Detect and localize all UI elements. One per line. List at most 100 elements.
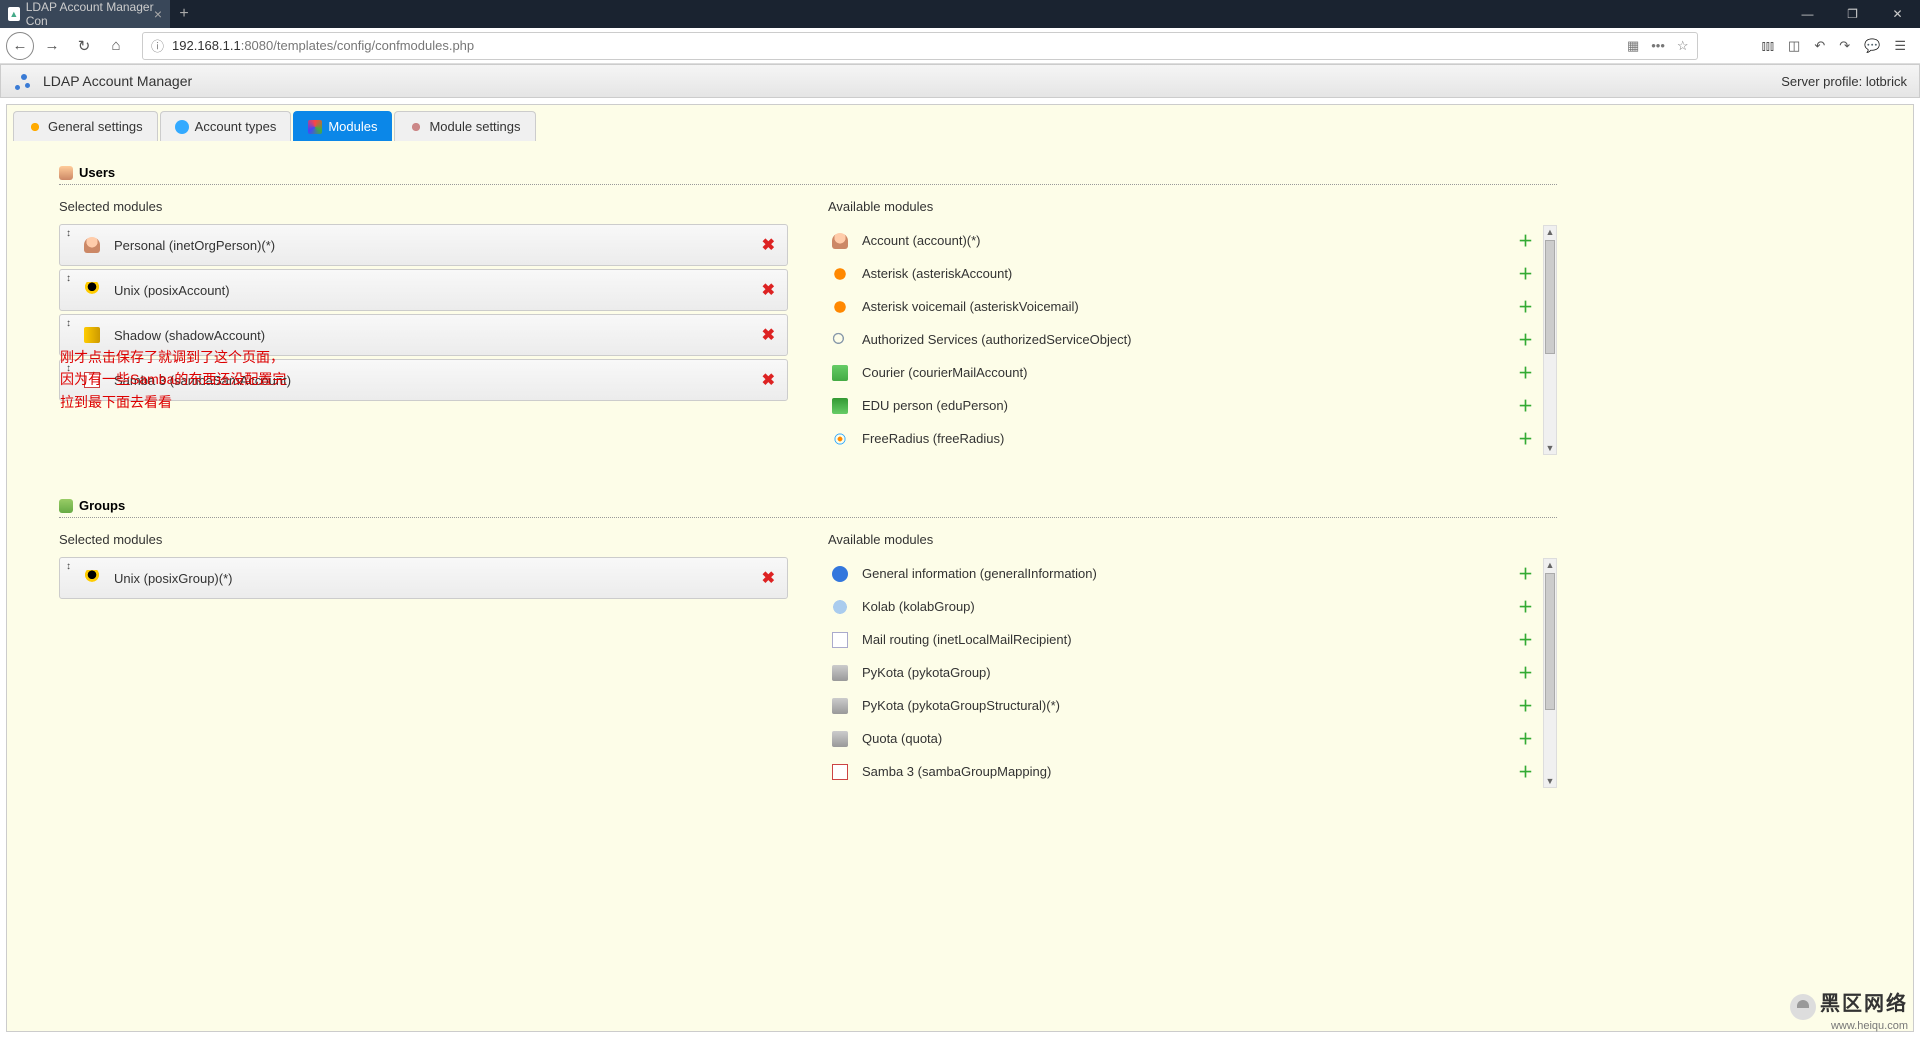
available-module-row: Mail routing (inetLocalMailRecipient)＋: [828, 623, 1537, 656]
add-module-button[interactable]: ＋: [1518, 428, 1533, 449]
module-icon: [832, 233, 848, 249]
module-icon: [832, 698, 848, 714]
maximize-icon[interactable]: ❐: [1830, 0, 1875, 28]
module-label: PyKota (pykotaGroupStructural)(*): [862, 698, 1518, 713]
home-button[interactable]: ⌂: [102, 32, 130, 60]
remove-module-button[interactable]: ✖: [762, 370, 775, 390]
qr-icon[interactable]: ▦: [1627, 38, 1639, 54]
remove-module-button[interactable]: ✖: [762, 325, 775, 345]
add-module-button[interactable]: ＋: [1518, 761, 1533, 782]
scrollbar[interactable]: ▲ ▼: [1543, 225, 1557, 455]
add-module-button[interactable]: ＋: [1518, 362, 1533, 383]
available-module-row: PyKota (pykotaGroup)＋: [828, 656, 1537, 689]
available-module-row: PyKota (pykotaGroupStructural)(*)＋: [828, 689, 1537, 722]
add-module-button[interactable]: ＋: [1518, 563, 1533, 584]
module-label: General information (generalInformation): [862, 566, 1518, 581]
module-icon: [832, 632, 848, 648]
selected-module-row[interactable]: ↕Unix (posixGroup)(*)✖: [59, 557, 788, 599]
module-label: Asterisk (asteriskAccount): [862, 266, 1518, 281]
library-icon[interactable]: ⫾⫾⫾: [1762, 38, 1774, 54]
available-module-row: Asterisk voicemail (asteriskVoicemail)＋: [828, 290, 1537, 323]
users-section-header: Users: [59, 161, 1557, 185]
module-label: Unix (posixAccount): [114, 283, 762, 298]
module-icon: [832, 764, 848, 780]
groups-available-column: Available modules General information (g…: [828, 532, 1557, 787]
add-module-button[interactable]: ＋: [1518, 263, 1533, 284]
add-module-button[interactable]: ＋: [1518, 596, 1533, 617]
info-icon[interactable]: ⓘ: [151, 36, 164, 55]
browser-toolbar: ← → ↻ ⌂ ⓘ 192.168.1.1:8080/templates/con…: [0, 28, 1920, 64]
available-module-row: Kolab (kolabGroup)＋: [828, 590, 1537, 623]
browser-titlebar: ▲ LDAP Account Manager Con × + — ❐ ✕: [0, 0, 1920, 28]
server-profile: Server profile: lotbrick: [1781, 74, 1907, 89]
modules-icon: [308, 120, 322, 134]
redo-icon[interactable]: ↷: [1839, 38, 1850, 54]
tab-modules[interactable]: Modules: [293, 111, 392, 141]
new-tab-button[interactable]: +: [170, 0, 198, 28]
back-button[interactable]: ←: [6, 32, 34, 60]
more-icon[interactable]: •••: [1651, 38, 1665, 54]
module-label: FreeRadius (freeRadius): [862, 431, 1518, 446]
forward-button[interactable]: →: [38, 32, 66, 60]
tab-title: LDAP Account Manager Con: [26, 0, 154, 28]
watermark-text: 黑区网络: [1820, 993, 1908, 1015]
scrollbar[interactable]: ▲ ▼: [1543, 558, 1557, 788]
tab-account-types[interactable]: Account types: [160, 111, 292, 141]
module-label: Personal (inetOrgPerson)(*): [114, 238, 762, 253]
tab-favicon: ▲: [8, 7, 20, 21]
module-icon: [832, 566, 848, 582]
browser-tab[interactable]: ▲ LDAP Account Manager Con ×: [0, 0, 170, 28]
undo-icon[interactable]: ↶: [1814, 38, 1825, 54]
scroll-thumb[interactable]: [1545, 240, 1555, 354]
url-bar[interactable]: ⓘ 192.168.1.1:8080/templates/config/conf…: [142, 32, 1698, 60]
module-icon: [84, 327, 100, 343]
add-module-button[interactable]: ＋: [1518, 629, 1533, 650]
chat-icon[interactable]: 💬: [1864, 38, 1880, 54]
module-icon: [832, 332, 848, 348]
scroll-thumb[interactable]: [1545, 573, 1555, 710]
users-icon: [59, 166, 73, 180]
content: Users Selected modules ↕Personal (inetOr…: [13, 141, 1907, 807]
add-module-button[interactable]: ＋: [1518, 662, 1533, 683]
module-icon: [832, 431, 848, 447]
module-label: Samba 3 (sambaGroupMapping): [862, 764, 1518, 779]
tab-module-settings[interactable]: Module settings: [394, 111, 535, 141]
scroll-down-icon[interactable]: ▼: [1544, 776, 1556, 786]
selected-module-row[interactable]: ↕ Unix (posixAccount)✖: [59, 269, 788, 311]
add-module-button[interactable]: ＋: [1518, 296, 1533, 317]
drag-handle-icon[interactable]: ↕: [66, 228, 71, 239]
scroll-up-icon[interactable]: ▲: [1544, 560, 1556, 570]
add-module-button[interactable]: ＋: [1518, 728, 1533, 749]
bookmark-icon[interactable]: ☆: [1677, 38, 1689, 54]
module-icon: [832, 665, 848, 681]
server-profile-label: Server profile:: [1781, 74, 1862, 89]
app-title: LDAP Account Manager: [43, 73, 192, 89]
drag-handle-icon[interactable]: ↕: [66, 561, 71, 572]
close-window-icon[interactable]: ✕: [1875, 0, 1920, 28]
menu-icon[interactable]: ☰: [1894, 38, 1906, 54]
tab-label: General settings: [48, 119, 143, 134]
remove-module-button[interactable]: ✖: [762, 235, 775, 255]
close-tab-icon[interactable]: ×: [154, 6, 162, 22]
tab-general-settings[interactable]: General settings: [13, 111, 158, 141]
module-label: EDU person (eduPerson): [862, 398, 1518, 413]
url-path: :8080/templates/config/confmodules.php: [241, 38, 474, 53]
annotation-line: 拉到最下面去看看: [60, 391, 286, 413]
main-frame: General settings Account types Modules M…: [6, 104, 1914, 1032]
annotation-line: 刚才点击保存了就调到了这个页面，: [60, 346, 286, 368]
scroll-down-icon[interactable]: ▼: [1544, 443, 1556, 453]
remove-module-button[interactable]: ✖: [762, 568, 775, 588]
add-module-button[interactable]: ＋: [1518, 230, 1533, 251]
reload-button[interactable]: ↻: [70, 32, 98, 60]
drag-handle-icon[interactable]: ↕: [66, 273, 71, 284]
add-module-button[interactable]: ＋: [1518, 695, 1533, 716]
lam-logo-icon: [13, 72, 35, 90]
drag-handle-icon[interactable]: ↕: [66, 318, 71, 329]
minimize-icon[interactable]: —: [1785, 0, 1830, 28]
selected-module-row[interactable]: ↕ Personal (inetOrgPerson)(*)✖: [59, 224, 788, 266]
sidebar-icon[interactable]: ◫: [1788, 38, 1800, 54]
add-module-button[interactable]: ＋: [1518, 395, 1533, 416]
add-module-button[interactable]: ＋: [1518, 329, 1533, 350]
scroll-up-icon[interactable]: ▲: [1544, 227, 1556, 237]
remove-module-button[interactable]: ✖: [762, 280, 775, 300]
